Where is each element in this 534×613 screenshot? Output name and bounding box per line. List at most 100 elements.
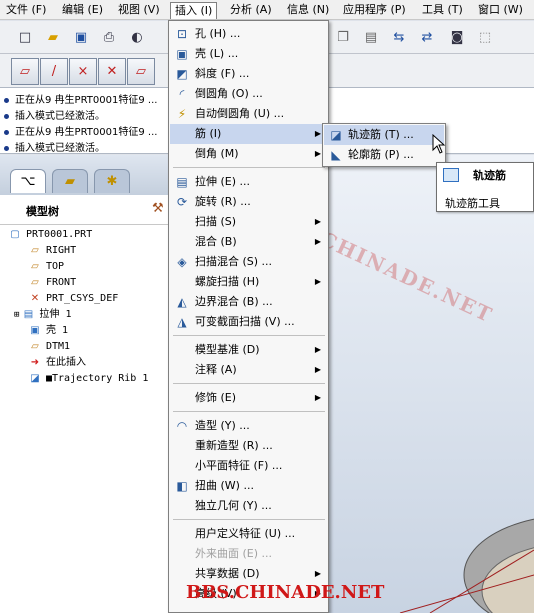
extrude-icon: ▤ — [176, 175, 188, 189]
tree-item[interactable]: ➜ 在此插入 — [28, 355, 86, 371]
tree-item[interactable]: ◪ ■Trajectory Rib 1 — [28, 371, 148, 387]
folder-browser-tab-icon[interactable]: ▰ — [52, 169, 88, 193]
tree-item[interactable]: ▱ DTM1 — [28, 339, 70, 355]
print-icon[interactable]: ⎙ — [98, 26, 120, 48]
expand-icon[interactable]: ⊞ — [14, 310, 19, 320]
submenu-arrow-icon: ▶ — [314, 217, 321, 226]
submenu-arrow-icon: ▶ — [314, 393, 321, 402]
menu-item-swept-blend[interactable]: ◈ 扫描混合 (S) ... — [170, 252, 327, 272]
menu-edit[interactable]: 编辑 (E) — [62, 2, 103, 19]
navigator-panel: ⌥ ▰ ✱ 模型树 ⚒ ▢ PRT0001.PRT ▱ RIGHT ▱ TOP ▱ FR… — [0, 155, 170, 613]
navigator-tabs: ⌥ ▰ ✱ — [0, 155, 170, 195]
regenerate-icon[interactable]: ⇆ — [388, 26, 410, 48]
trajectory-rib-icon — [443, 168, 459, 182]
menu-info[interactable]: 信息 (N) — [287, 2, 329, 19]
menu-item-boundary-blend[interactable]: ◭ 边界混合 (B) ... — [170, 292, 327, 312]
csys-icon: ✕ — [30, 293, 40, 304]
message-line: 插入模式已经激活。 — [4, 139, 105, 154]
save-icon[interactable]: ▣ — [70, 26, 92, 48]
rib-submenu: ◪ 轨迹筋 (T) ... ◣ 轮廓筋 (P) ... — [322, 123, 446, 167]
open-folder-icon[interactable]: ▰ — [42, 26, 64, 48]
menu-item-model-datum[interactable]: 模型基准 (D) ▶ — [170, 340, 327, 360]
email-icon[interactable]: ◐ — [126, 26, 148, 48]
menu-item-cosmetic[interactable]: 修饰 (E) ▶ — [170, 388, 327, 408]
paste-icon[interactable]: ▤ — [360, 26, 382, 48]
menu-file[interactable]: 文件 (F) — [6, 2, 46, 19]
menu-separator — [173, 383, 325, 384]
submenu-arrow-icon: ▶ — [314, 237, 321, 246]
tooltip: 轨迹筋 轨迹筋工具 — [436, 162, 534, 212]
auto-round-icon: ⚡ — [177, 107, 187, 121]
menu-item-foreign-surface: 外来曲面 (E) ... — [195, 547, 273, 560]
tree-item[interactable]: ✕ PRT_CSYS_DEF — [28, 291, 118, 307]
menu-item-style[interactable]: ◠ 造型 (Y) ... — [170, 416, 327, 436]
submenu-arrow-icon: ▶ — [314, 345, 321, 354]
menu-item-auto-round[interactable]: ⚡ 自动倒圆角 (U) ... — [170, 104, 327, 124]
menu-analysis[interactable]: 分析 (A) — [230, 2, 272, 19]
menu-view[interactable]: 视图 (V) — [118, 2, 160, 19]
find-icon[interactable]: ◙ — [446, 26, 468, 48]
menu-separator — [173, 167, 325, 168]
menu-item-round[interactable]: ◜ 倒圆角 (O) ... — [170, 84, 327, 104]
csys-display-icon[interactable]: ✕ — [98, 58, 126, 85]
datum-plane-icon: ▱ — [31, 277, 39, 288]
favorites-tab-icon[interactable]: ✱ — [94, 169, 130, 193]
warp-icon: ◧ — [176, 479, 188, 493]
tree-item[interactable]: ▱ FRONT — [28, 275, 76, 291]
model-tree-header: 模型树 ⚒ — [0, 195, 170, 225]
menu-item-hole[interactable]: ⊡ 孔 (H) ... — [170, 24, 327, 44]
menu-item-revolve[interactable]: ⟳ 旋转 (R) ... — [170, 192, 327, 212]
submenu-arrow-icon: ▶ — [314, 129, 321, 138]
select-box-icon[interactable]: ⬚ — [474, 26, 496, 48]
menu-item-independent-geometry[interactable]: 独立几何 (Y) ... — [170, 496, 327, 516]
swept-blend-icon: ◈ — [177, 255, 187, 269]
menu-item-draft[interactable]: ◩ 斜度 (F) ... — [170, 64, 327, 84]
round-icon: ◜ — [179, 87, 185, 101]
message-line: 正在从9 冉生PRT0001特征9 ... — [4, 91, 157, 106]
tree-item[interactable]: ▱ TOP — [28, 259, 64, 275]
menu-applications[interactable]: 应用程序 (P) — [343, 2, 406, 19]
submenu-arrow-icon: ▶ — [314, 365, 321, 374]
menu-item-extrude[interactable]: ▤ 拉伸 (E) ... — [170, 172, 327, 192]
tree-item[interactable]: ⊞ ▤ 拉伸 1 — [14, 307, 71, 323]
menu-item-warp[interactable]: ◧ 扭曲 (W) ... — [170, 476, 327, 496]
menu-window[interactable]: 窗口 (W) — [478, 2, 523, 19]
menu-item-trajectory-rib[interactable]: ◪ 轨迹筋 (T) ... — [324, 125, 444, 145]
regen-manager-icon[interactable]: ⇄ — [416, 26, 438, 48]
shell-icon: ▣ — [30, 325, 40, 336]
menu-item-profile-rib[interactable]: ◣ 轮廓筋 (P) ... — [324, 145, 444, 165]
menu-item-rib[interactable]: 筋 (I) ▶ — [170, 124, 327, 144]
datum-axis-display-icon[interactable]: / — [40, 58, 68, 85]
tree-item[interactable]: ▣ 壳 1 — [28, 323, 68, 339]
model-tree-tab-icon[interactable]: ⌥ — [10, 169, 46, 193]
tree-item[interactable]: ▱ RIGHT — [28, 243, 76, 259]
datum-plane-display-icon[interactable]: ▱ — [11, 58, 39, 85]
menu-insert[interactable]: 插入 (I) — [170, 2, 218, 19]
menu-item-udf[interactable]: 用户定义特征 (U) ... — [170, 524, 327, 544]
menu-item-shared-data[interactable]: 共享数据 (D) ▶ — [170, 564, 327, 584]
menu-item-helical-sweep[interactable]: 螺旋扫描 (H) ▶ — [170, 272, 327, 292]
message-line: 插入模式已经激活。 — [4, 107, 105, 122]
menu-item-variable-sweep[interactable]: ◮ 可变截面扫描 (V) ... — [170, 312, 327, 332]
mouse-cursor-icon — [432, 134, 446, 154]
menu-separator — [173, 411, 325, 412]
new-file-icon[interactable]: □ — [14, 26, 36, 48]
menu-item-shell[interactable]: ▣ 壳 (L) ... — [170, 44, 327, 64]
menu-tools[interactable]: 工具 (T) — [422, 2, 463, 19]
datum-point-display-icon[interactable]: × — [69, 58, 97, 85]
menu-item-sweep[interactable]: 扫描 (S) ▶ — [170, 212, 327, 232]
style-icon: ◠ — [176, 419, 188, 433]
insert-menu: ⊡ 孔 (H) ... ▣ 壳 (L) ... ◩ 斜度 (F) ... ◜ 倒圆角 (… — [168, 20, 329, 613]
copy-icon[interactable]: ❐ — [332, 26, 354, 48]
menu-item-chamfer[interactable]: 倒角 (M) ▶ — [170, 144, 327, 164]
tree-settings-icon[interactable]: ⚒ — [152, 201, 164, 216]
boundary-blend-icon: ◭ — [177, 295, 187, 309]
annotation-display-icon[interactable]: ▱ — [127, 58, 155, 85]
menu-item-facet-feature[interactable]: 小平面特征 (F) ... — [170, 456, 327, 476]
tree-item-root[interactable]: ▢ PRT0001.PRT — [8, 227, 92, 243]
trajectory-rib-icon: ◪ — [30, 373, 40, 384]
menu-item-blend[interactable]: 混合 (B) ▶ — [170, 232, 327, 252]
menu-item-restyle[interactable]: 重新造型 (R) ... — [170, 436, 327, 456]
insert-here-arrow-icon: ➜ — [30, 357, 40, 368]
menu-item-annotation[interactable]: 注释 (A) ▶ — [170, 360, 327, 380]
